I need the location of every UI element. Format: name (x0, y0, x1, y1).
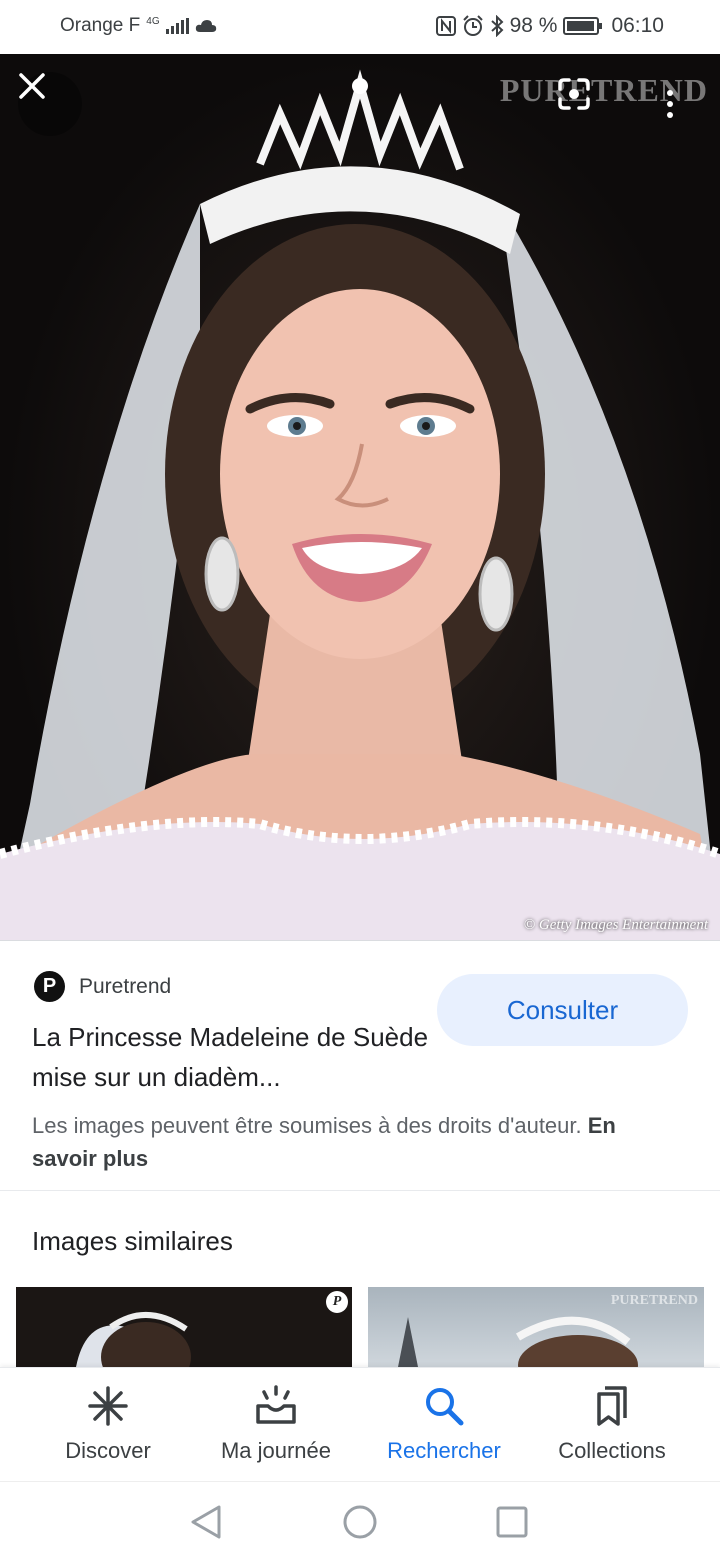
nav-ma-journee[interactable]: Ma journée (186, 1384, 366, 1464)
similar-image-1-photo (76, 1312, 191, 1367)
more-vert-dot (667, 112, 673, 118)
nav-rechercher[interactable]: Rechercher (354, 1384, 534, 1464)
back-triangle-icon (191, 1505, 221, 1539)
source-badge: P (326, 1291, 348, 1313)
nav-label: Rechercher (387, 1438, 501, 1463)
consult-button[interactable]: Consulter (437, 974, 688, 1046)
nav-discover[interactable]: Discover (18, 1384, 198, 1464)
nav-label: Ma journée (220, 1438, 332, 1463)
asterisk-icon (88, 1386, 128, 1426)
more-vert-icon (667, 90, 673, 96)
nav-label: Collections (558, 1438, 666, 1463)
main-image[interactable]: PURETREND © Getty Images Entertainment (0, 54, 720, 940)
sunrise-icon (256, 1385, 296, 1424)
divider (0, 1190, 720, 1191)
nav-collections[interactable]: Collections (522, 1384, 702, 1464)
cloud-icon (195, 20, 216, 32)
source-logo: P (34, 971, 65, 1002)
google-lens-icon (558, 78, 590, 110)
clock: 06:10 (611, 14, 664, 37)
more-options-button[interactable] (650, 76, 690, 132)
nav-label: Discover (65, 1438, 151, 1463)
image-credit: © Getty Images Entertainment (523, 917, 708, 933)
thumb-watermark: PURETREND (610, 1293, 698, 1308)
source-name: Puretrend (79, 974, 172, 998)
nfc-icon (435, 16, 456, 36)
battery-percent: 98 % (509, 14, 558, 37)
more-vert-dot (667, 101, 673, 107)
copyright-notice: Les images peuvent être soumises à des d… (32, 1109, 682, 1175)
source-row[interactable]: P Puretrend (34, 971, 171, 1002)
bookmarks-icon (597, 1386, 627, 1426)
carrier-name: Orange F (60, 15, 141, 36)
close-icon (19, 73, 45, 99)
system-navigation (0, 1481, 720, 1560)
back-button[interactable] (186, 1502, 226, 1542)
home-button[interactable] (340, 1502, 380, 1542)
bottom-navigation: Discover Ma journée Rechercher Collectio… (0, 1367, 720, 1481)
bluetooth-icon (490, 15, 504, 37)
similar-image-1[interactable]: P (16, 1287, 352, 1367)
similar-images-heading: Images similaires (32, 1226, 233, 1256)
recents-button[interactable] (492, 1502, 532, 1542)
signal-icon (165, 18, 189, 34)
battery-icon (563, 17, 603, 35)
result-title[interactable]: La Princesse Madeleine de Suède mise sur… (32, 1017, 432, 1097)
search-icon (426, 1388, 464, 1426)
close-button[interactable] (18, 72, 82, 136)
recents-square-icon (496, 1506, 528, 1538)
status-right: 98 % 06:10 (435, 14, 664, 38)
similar-image-2[interactable]: PURETREND (368, 1287, 704, 1367)
network-type: 4G (146, 15, 160, 27)
status-bar: Orange F 4G 98 % 06:10 (0, 0, 720, 54)
google-lens-button[interactable] (556, 76, 616, 132)
alarm-icon (462, 15, 483, 36)
bride-photo (0, 69, 720, 940)
result-info: P Puretrend La Princesse Madeleine de Su… (0, 940, 720, 1190)
home-circle-icon (343, 1505, 377, 1539)
status-left: Orange F 4G (60, 15, 217, 37)
copyright-text: Les images peuvent être soumises à des d… (32, 1113, 582, 1138)
